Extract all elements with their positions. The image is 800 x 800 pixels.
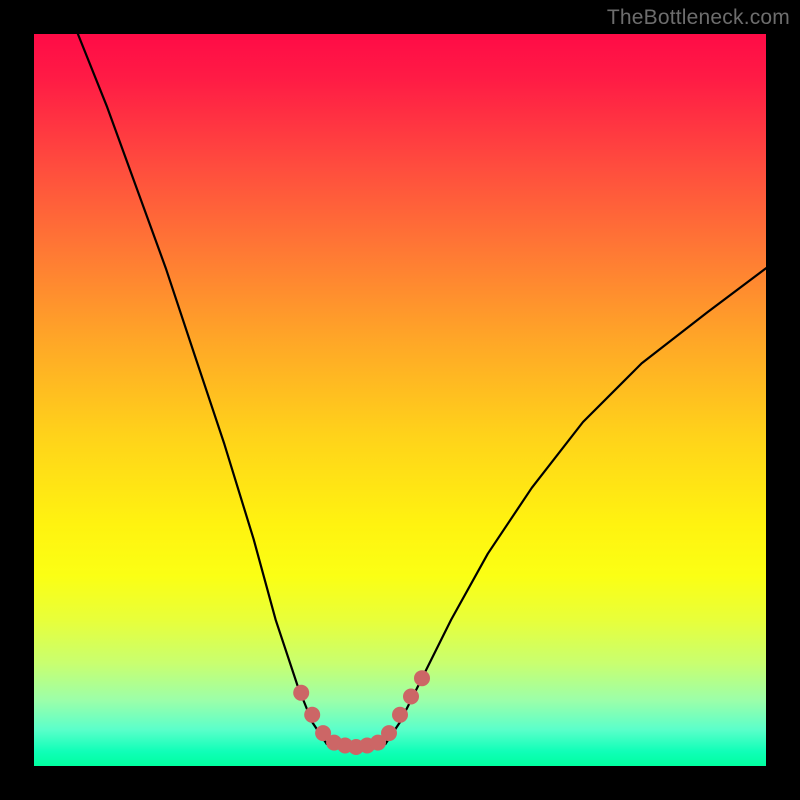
marker-dot (414, 670, 430, 686)
plot-area (34, 34, 766, 766)
marker-dot (304, 707, 320, 723)
watermark-text: TheBottleneck.com (607, 6, 790, 30)
chart-frame: TheBottleneck.com (0, 0, 800, 800)
marker-dot (381, 725, 397, 741)
curve-svg (34, 34, 766, 766)
curve-right-curve (385, 268, 766, 744)
marker-dot (403, 689, 419, 705)
marker-dot (293, 685, 309, 701)
curve-left-curve (78, 34, 327, 744)
marker-dot (392, 707, 408, 723)
